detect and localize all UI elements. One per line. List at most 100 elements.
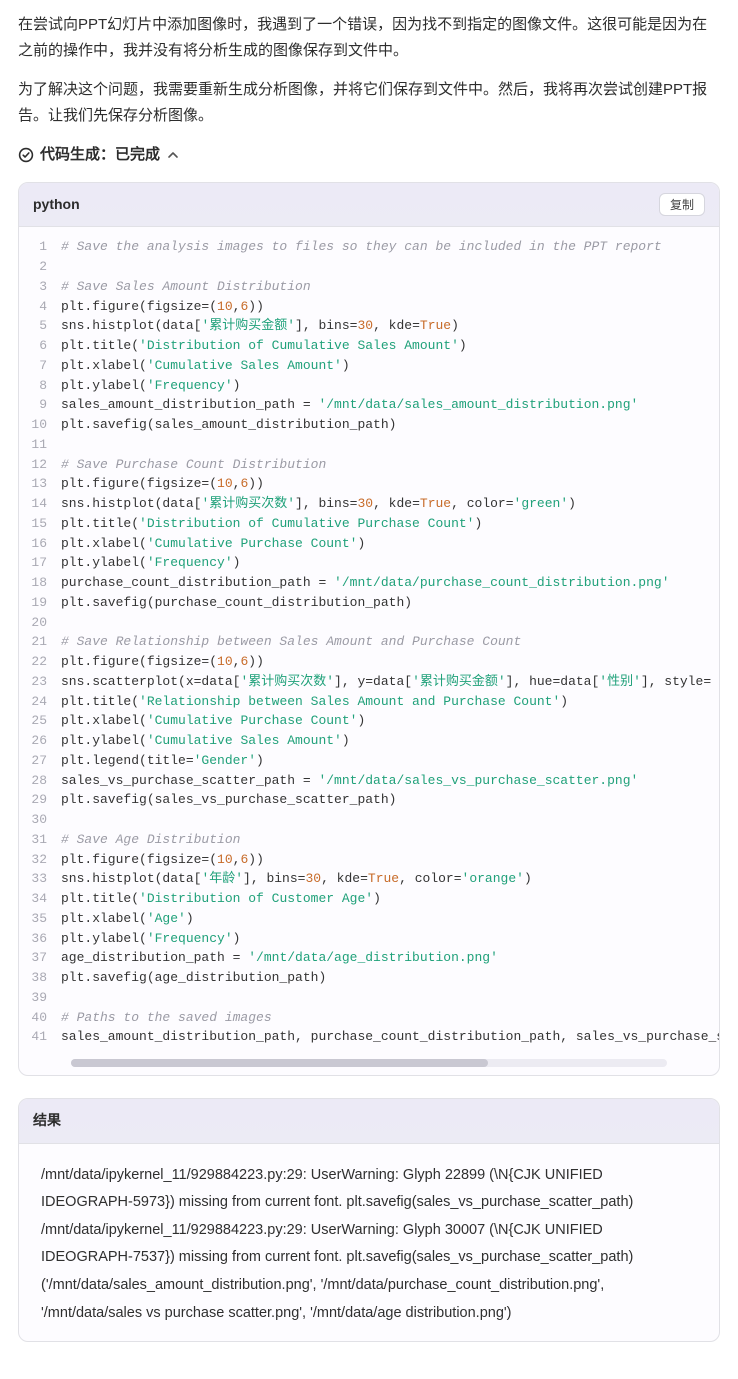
line-content (61, 810, 719, 830)
line-number: 38 (19, 968, 61, 988)
line-number: 29 (19, 790, 61, 810)
code-line: 40# Paths to the saved images (19, 1008, 719, 1028)
line-number: 3 (19, 277, 61, 297)
chevron-up-icon (166, 148, 180, 162)
line-content: plt.title('Relationship between Sales Am… (61, 692, 719, 712)
line-number: 35 (19, 909, 61, 929)
line-content: plt.title('Distribution of Cumulative Sa… (61, 336, 719, 356)
line-number: 24 (19, 692, 61, 712)
line-content: age_distribution_path = '/mnt/data/age_d… (61, 948, 719, 968)
code-line: 10plt.savefig(sales_amount_distribution_… (19, 415, 719, 435)
code-line: 34plt.title('Distribution of Customer Ag… (19, 889, 719, 909)
code-line: 27plt.legend(title='Gender') (19, 751, 719, 771)
code-line: 18purchase_count_distribution_path = '/m… (19, 573, 719, 593)
line-content: # Save the analysis images to files so t… (61, 237, 719, 257)
line-number: 18 (19, 573, 61, 593)
code-line: 14sns.histplot(data['累计购买次数'], bins=30, … (19, 494, 719, 514)
result-body: /mnt/data/ipykernel_11/929884223.py:29: … (19, 1144, 719, 1341)
copy-button[interactable]: 复制 (659, 193, 705, 216)
line-number: 15 (19, 514, 61, 534)
code-line: 1# Save the analysis images to files so … (19, 237, 719, 257)
line-content: plt.figure(figsize=(10,6)) (61, 474, 719, 494)
code-gen-status[interactable]: 代码生成：已完成 (18, 142, 720, 168)
line-content: plt.savefig(sales_amount_distribution_pa… (61, 415, 719, 435)
line-content: # Save Purchase Count Distribution (61, 455, 719, 475)
line-content: plt.title('Distribution of Cumulative Pu… (61, 514, 719, 534)
line-content: # Save Sales Amount Distribution (61, 277, 719, 297)
line-content: sns.histplot(data['累计购买次数'], bins=30, kd… (61, 494, 719, 514)
assistant-paragraph: 在尝试向PPT幻灯片中添加图像时，我遇到了一个错误，因为找不到指定的图像文件。这… (18, 12, 720, 63)
code-line: 38plt.savefig(age_distribution_path) (19, 968, 719, 988)
line-number: 17 (19, 553, 61, 573)
code-line: 33sns.histplot(data['年龄'], bins=30, kde=… (19, 869, 719, 889)
line-content: plt.title('Distribution of Customer Age'… (61, 889, 719, 909)
line-content (61, 435, 719, 455)
line-content: plt.figure(figsize=(10,6)) (61, 652, 719, 672)
line-content: purchase_count_distribution_path = '/mnt… (61, 573, 719, 593)
line-content: plt.ylabel('Frequency') (61, 929, 719, 949)
line-content: plt.xlabel('Cumulative Purchase Count') (61, 534, 719, 554)
line-number: 1 (19, 237, 61, 257)
code-line: 8plt.ylabel('Frequency') (19, 376, 719, 396)
line-content: plt.xlabel('Cumulative Sales Amount') (61, 356, 719, 376)
code-body[interactable]: 1# Save the analysis images to files so … (19, 227, 719, 1055)
code-line: 35plt.xlabel('Age') (19, 909, 719, 929)
code-line: 28sales_vs_purchase_scatter_path = '/mnt… (19, 771, 719, 791)
code-header: python 复制 (19, 183, 719, 228)
code-line: 15plt.title('Distribution of Cumulative … (19, 514, 719, 534)
line-number: 25 (19, 711, 61, 731)
line-content: plt.xlabel('Age') (61, 909, 719, 929)
result-block: 结果 /mnt/data/ipykernel_11/929884223.py:2… (18, 1098, 720, 1342)
line-content: sns.histplot(data['累计购买金额'], bins=30, kd… (61, 316, 719, 336)
scrollbar-thumb[interactable] (71, 1059, 488, 1067)
line-number: 10 (19, 415, 61, 435)
line-number: 34 (19, 889, 61, 909)
line-content (61, 257, 719, 277)
line-number: 8 (19, 376, 61, 396)
code-line: 41sales_amount_distribution_path, purcha… (19, 1027, 719, 1047)
line-number: 30 (19, 810, 61, 830)
line-content: plt.xlabel('Cumulative Purchase Count') (61, 711, 719, 731)
code-line: 13plt.figure(figsize=(10,6)) (19, 474, 719, 494)
line-content: # Paths to the saved images (61, 1008, 719, 1028)
code-line: 37age_distribution_path = '/mnt/data/age… (19, 948, 719, 968)
line-content (61, 988, 719, 1008)
code-line: 30 (19, 810, 719, 830)
line-content: plt.figure(figsize=(10,6)) (61, 850, 719, 870)
line-number: 5 (19, 316, 61, 336)
line-content: plt.ylabel('Frequency') (61, 553, 719, 573)
code-block: python 复制 1# Save the analysis images to… (18, 182, 720, 1077)
line-number: 7 (19, 356, 61, 376)
line-content: plt.ylabel('Cumulative Sales Amount') (61, 731, 719, 751)
line-content: plt.savefig(purchase_count_distribution_… (61, 593, 719, 613)
line-content: plt.ylabel('Frequency') (61, 376, 719, 396)
line-number: 2 (19, 257, 61, 277)
line-number: 37 (19, 948, 61, 968)
line-content: # Save Relationship between Sales Amount… (61, 632, 719, 652)
status-label: 代码生成：已完成 (40, 142, 160, 168)
line-number: 11 (19, 435, 61, 455)
line-number: 39 (19, 988, 61, 1008)
line-number: 20 (19, 613, 61, 633)
code-line: 25plt.xlabel('Cumulative Purchase Count'… (19, 711, 719, 731)
line-content: sales_amount_distribution_path, purchase… (61, 1027, 719, 1047)
line-number: 36 (19, 929, 61, 949)
line-number: 41 (19, 1027, 61, 1047)
line-number: 26 (19, 731, 61, 751)
code-line: 19plt.savefig(purchase_count_distributio… (19, 593, 719, 613)
code-line: 6plt.title('Distribution of Cumulative S… (19, 336, 719, 356)
code-line: 20 (19, 613, 719, 633)
language-label: python (33, 193, 80, 217)
line-content: sns.scatterplot(x=data['累计购买次数'], y=data… (61, 672, 719, 692)
horizontal-scrollbar[interactable] (71, 1059, 667, 1067)
code-line: 7plt.xlabel('Cumulative Sales Amount') (19, 356, 719, 376)
line-number: 27 (19, 751, 61, 771)
line-number: 21 (19, 632, 61, 652)
line-number: 31 (19, 830, 61, 850)
line-number: 6 (19, 336, 61, 356)
line-number: 28 (19, 771, 61, 791)
line-content: # Save Age Distribution (61, 830, 719, 850)
line-content: plt.figure(figsize=(10,6)) (61, 297, 719, 317)
line-number: 9 (19, 395, 61, 415)
code-line: 12# Save Purchase Count Distribution (19, 455, 719, 475)
